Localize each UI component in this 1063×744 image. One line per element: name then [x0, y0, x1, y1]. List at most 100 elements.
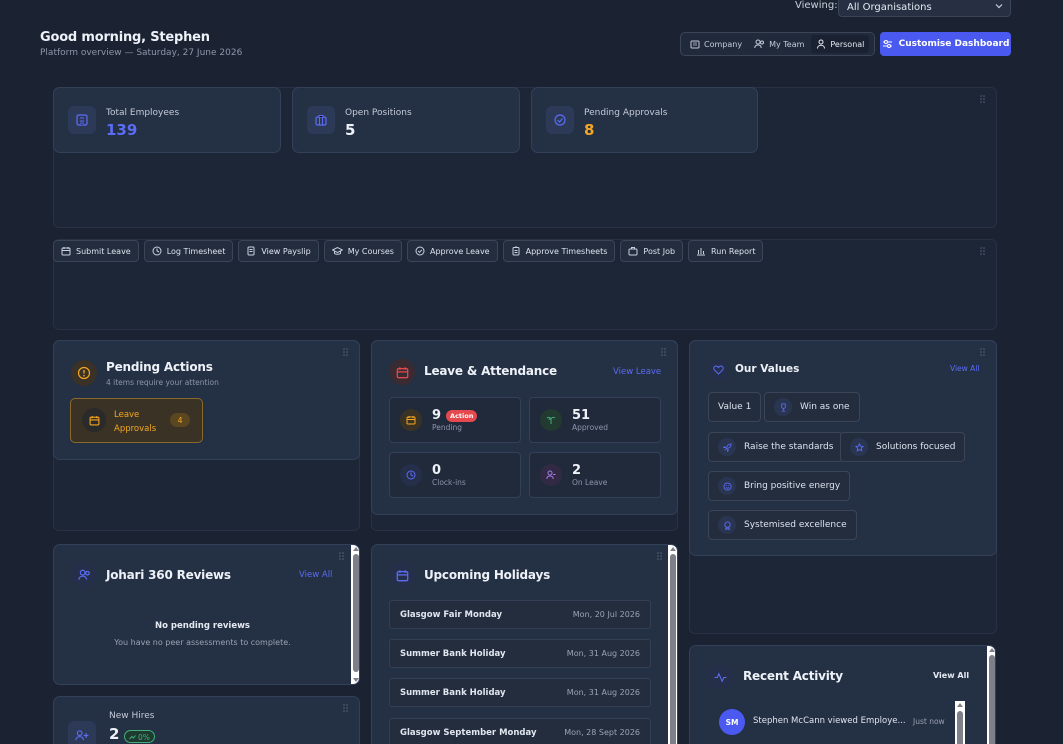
drag-handle-icon[interactable] — [339, 552, 345, 560]
johari-view-all-link[interactable]: View All — [299, 570, 332, 580]
view-mode-company[interactable]: Company — [685, 35, 747, 53]
stat-card-open-positions[interactable]: Open Positions 5 — [292, 87, 520, 153]
stat-label: Pending Approvals — [584, 108, 668, 118]
value-chip[interactable]: Systemised excellence — [708, 510, 857, 540]
quick-action-approve-leave[interactable]: Approve Leave — [406, 240, 498, 262]
clock-icon — [400, 464, 422, 486]
scroll-up-arrow[interactable] — [957, 703, 963, 707]
johari-empty-text: You have no peer assessments to complete… — [114, 638, 291, 647]
quick-action-view-payslip[interactable]: View Payslip — [238, 240, 319, 262]
pending-actions-subtitle: 4 items require your attention — [106, 378, 219, 387]
scroll-down-arrow[interactable] — [353, 678, 359, 682]
pending-actions-title: Pending Actions — [106, 360, 213, 374]
values-view-all-link[interactable]: View All — [950, 364, 979, 373]
johari-reviews-card: Johari 360 Reviews View All No pending r… — [53, 544, 360, 685]
building-icon — [690, 39, 700, 49]
on-leave-value: 2 — [572, 463, 582, 478]
view-mode-personal[interactable]: Personal — [811, 35, 870, 53]
scroll-thumb[interactable] — [353, 554, 359, 672]
leave-approved-card[interactable]: 51 Approved — [529, 397, 661, 443]
new-hires-change-badge: 0% — [124, 730, 155, 743]
sliders-icon — [882, 39, 893, 49]
calendar-icon — [389, 359, 415, 385]
view-mode-my-team-label: My Team — [769, 39, 805, 49]
holiday-date: Mon, 31 Aug 2026 — [566, 649, 640, 658]
activity-scrollbar[interactable] — [955, 701, 965, 744]
organisation-select-value: All Organisations — [847, 2, 932, 13]
leave-pending-label: Pending — [432, 423, 462, 432]
quick-action-approve-timesheets[interactable]: Approve Timesheets — [502, 240, 616, 262]
chevron-down-icon — [995, 2, 1003, 10]
quick-action-log-timesheet[interactable]: Log Timesheet — [143, 240, 234, 262]
building-icon — [68, 106, 96, 134]
value-chip[interactable]: Value 1 — [708, 392, 762, 422]
user-minus-icon — [540, 464, 562, 486]
organisation-select[interactable]: All Organisations — [838, 0, 1011, 17]
new-hires-card[interactable]: New Hires 2 0% — [53, 696, 360, 744]
clock-ins-value: 0 — [432, 463, 442, 478]
view-mode-my-team[interactable]: My Team — [749, 35, 809, 53]
leave-approved-value: 51 — [572, 408, 591, 423]
clipboard-icon — [511, 246, 521, 256]
holiday-date: Mon, 28 Sept 2026 — [564, 728, 640, 737]
drag-handle-icon[interactable] — [980, 95, 986, 103]
leave-approvals-item[interactable]: Leave Approvals 4 — [70, 398, 203, 443]
activity-view-all-link[interactable]: View All — [933, 671, 969, 680]
drag-handle-icon[interactable] — [661, 348, 667, 356]
holiday-row: Glasgow September Monday Mon, 28 Sept 20… — [389, 718, 651, 744]
activity-icon — [707, 664, 733, 690]
alert-circle-icon — [71, 360, 97, 386]
drag-handle-icon[interactable] — [980, 348, 986, 356]
our-values-title: Our Values — [735, 363, 800, 375]
johari-title: Johari 360 Reviews — [106, 568, 231, 582]
value-chip[interactable]: Solutions focused — [840, 432, 966, 462]
holidays-title: Upcoming Holidays — [424, 568, 551, 582]
holiday-name: Summer Bank Holiday — [400, 687, 506, 698]
on-leave-card[interactable]: 2 On Leave — [529, 452, 661, 498]
leave-pending-value: 9 — [432, 408, 442, 423]
quick-action-my-courses[interactable]: My Courses — [323, 240, 402, 262]
value-chip[interactable]: Win as one — [764, 392, 860, 422]
scroll-thumb[interactable] — [989, 655, 995, 744]
value-chip[interactable]: Raise the standards — [708, 432, 844, 462]
quick-action-label: Approve Timesheets — [525, 246, 608, 256]
view-leave-link[interactable]: View Leave — [613, 367, 661, 377]
quick-action-post-job[interactable]: Post Job — [620, 240, 684, 262]
holiday-name: Summer Bank Holiday — [400, 648, 506, 659]
scroll-thumb[interactable] — [957, 711, 963, 744]
stat-value: 5 — [345, 121, 356, 139]
quick-action-label: Log Timesheet — [166, 246, 226, 256]
leave-pending-card[interactable]: 9 Action Pending — [389, 397, 521, 443]
scroll-up-arrow[interactable] — [670, 547, 676, 551]
quick-action-run-report[interactable]: Run Report — [688, 240, 764, 262]
stat-card-pending-approvals[interactable]: Pending Approvals 8 — [531, 87, 758, 153]
users-icon — [754, 39, 765, 49]
quick-action-label: My Courses — [347, 246, 394, 256]
value-chip-label: Raise the standards — [744, 442, 834, 452]
quick-action-label: Submit Leave — [76, 246, 131, 256]
page-scrollbar[interactable] — [987, 646, 995, 744]
view-mode-company-label: Company — [704, 39, 743, 49]
leave-approvals-label: Leave Approvals — [114, 410, 157, 434]
holiday-row: Glasgow Fair Monday Mon, 20 Jul 2026 — [389, 600, 651, 629]
stat-card-total-employees[interactable]: Total Employees 139 — [53, 87, 281, 153]
drag-handle-icon[interactable] — [980, 247, 986, 255]
scroll-up-arrow[interactable] — [989, 648, 995, 652]
drag-handle-icon[interactable] — [343, 704, 349, 712]
trophy-icon — [774, 398, 792, 416]
clock-ins-card[interactable]: 0 Clock-ins — [389, 452, 521, 498]
holidays-scrollbar[interactable] — [668, 545, 677, 744]
customise-dashboard-button[interactable]: Customise Dashboard — [880, 32, 1011, 56]
receipt-icon — [246, 246, 256, 256]
scroll-up-arrow[interactable] — [353, 547, 359, 551]
quick-action-submit-leave[interactable]: Submit Leave — [53, 240, 139, 262]
johari-scrollbar[interactable] — [351, 545, 359, 684]
quick-action-label: Approve Leave — [429, 246, 490, 256]
drag-handle-icon[interactable] — [343, 348, 349, 356]
drag-handle-icon[interactable] — [657, 552, 663, 560]
bar-chart-icon — [696, 246, 706, 256]
smile-icon — [718, 477, 736, 495]
value-chip[interactable]: Bring positive energy — [708, 471, 851, 501]
scroll-thumb[interactable] — [670, 554, 676, 744]
user-icon — [816, 39, 826, 49]
